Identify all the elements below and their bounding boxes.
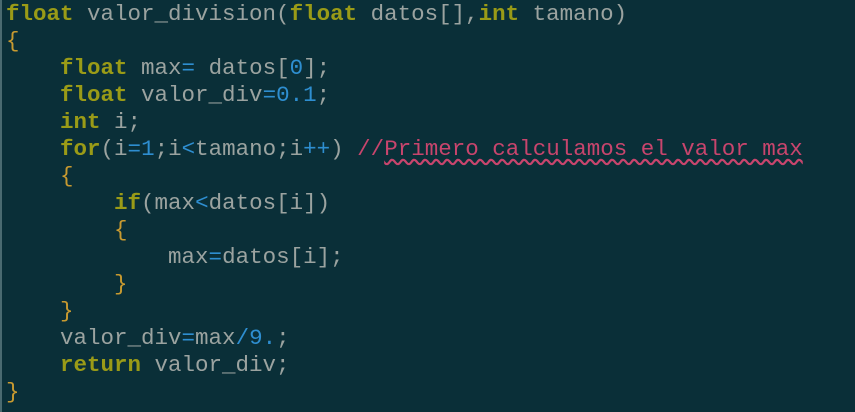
- code-token: return: [60, 352, 142, 378]
- code-token: datos[],: [357, 1, 479, 27]
- code-token: float: [60, 82, 128, 108]
- code-line-8[interactable]: if(max<datos[i]): [6, 190, 803, 217]
- code-token: ];: [303, 55, 331, 81]
- code-token: valor_div: [6, 325, 182, 351]
- code-token: {: [114, 217, 128, 243]
- code-line-7[interactable]: {: [6, 163, 803, 190]
- code-line-6[interactable]: for(i=1;i<tamano;i++) //Primero calculam…: [6, 136, 803, 163]
- code-token: 0: [289, 55, 304, 81]
- code-token: float: [6, 1, 74, 27]
- code-token: <: [195, 190, 209, 216]
- code-token: for: [60, 136, 101, 162]
- code-token: /: [235, 325, 250, 351]
- code-token: }: [114, 271, 128, 297]
- code-token: =: [127, 136, 142, 162]
- code-token: 1: [141, 136, 155, 162]
- code-line-15[interactable]: }: [6, 379, 803, 406]
- code-token: max: [195, 325, 236, 351]
- code-token: float: [289, 1, 358, 27]
- code-token: 0.1: [276, 82, 317, 108]
- code-token: max: [127, 55, 182, 81]
- code-line-9[interactable]: {: [6, 217, 803, 244]
- code-line-10[interactable]: max=datos[i];: [6, 244, 803, 271]
- code-token: =: [181, 55, 196, 81]
- code-token: ++: [303, 136, 331, 162]
- code-token: valor_div;: [141, 352, 290, 378]
- code-token: if: [114, 190, 142, 216]
- code-token: =: [181, 325, 196, 351]
- code-line-14[interactable]: return valor_div;: [6, 352, 803, 379]
- code-token: tamano): [519, 1, 628, 27]
- code-token: datos[: [195, 55, 290, 81]
- code-token: float: [60, 55, 128, 81]
- code-token: tamano;i: [195, 136, 304, 162]
- code-token: ): [330, 136, 358, 162]
- code-token: =: [208, 244, 223, 270]
- code-token: //: [357, 136, 385, 162]
- code-token: int: [478, 1, 520, 27]
- code-line-13[interactable]: valor_div=max/9.;: [6, 325, 803, 352]
- code-token: (max: [141, 190, 196, 216]
- code-token: int: [60, 109, 101, 135]
- code-token: ;: [276, 325, 290, 351]
- code-token: valor_div: [127, 82, 263, 108]
- code-token: max: [6, 244, 209, 270]
- code-token: ;: [316, 82, 331, 108]
- code-token: ;i: [154, 136, 182, 162]
- code-line-1[interactable]: float valor_division(float datos[],int t…: [6, 1, 803, 28]
- code-token: valor_division(: [73, 1, 290, 27]
- code-token: }: [6, 379, 20, 405]
- code-line-11[interactable]: }: [6, 271, 803, 298]
- code-token: {: [6, 28, 20, 54]
- code-line-12[interactable]: }: [6, 298, 803, 325]
- code-token: Primero calculamos el valor max: [384, 136, 803, 162]
- code-token: <: [181, 136, 196, 162]
- code-token: (i: [100, 136, 128, 162]
- code-token: datos[i];: [222, 244, 344, 270]
- code-token: 9.: [249, 325, 277, 351]
- code-editor[interactable]: float valor_division(float datos[],int t…: [0, 0, 855, 412]
- code-token: }: [60, 298, 74, 324]
- code-line-2[interactable]: {: [6, 28, 803, 55]
- code-line-4[interactable]: float valor_div=0.1;: [6, 82, 803, 109]
- code-line-3[interactable]: float max= datos[0];: [6, 55, 803, 82]
- code-token: {: [60, 163, 74, 189]
- code-line-5[interactable]: int i;: [6, 109, 803, 136]
- code-token: datos[i]): [208, 190, 331, 216]
- code-area[interactable]: float valor_division(float datos[],int t…: [6, 1, 803, 406]
- code-token: i;: [100, 109, 142, 135]
- code-token: =: [262, 82, 277, 108]
